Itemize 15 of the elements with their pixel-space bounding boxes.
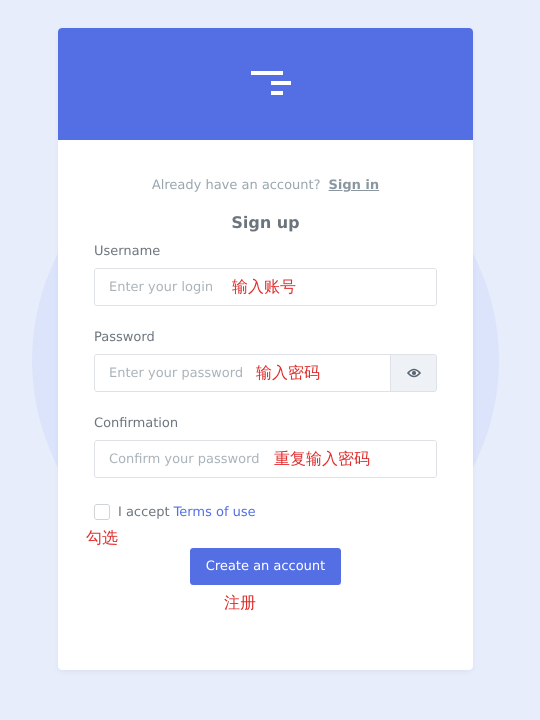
eye-icon xyxy=(406,368,420,378)
terms-checkbox[interactable] xyxy=(94,504,110,520)
create-account-button[interactable]: Create an account xyxy=(190,548,342,585)
terms-label: I accept xyxy=(118,504,170,520)
signin-prompt: Already have an account? xyxy=(152,178,321,193)
terms-link[interactable]: Terms of use xyxy=(174,504,256,520)
field-label: Username xyxy=(94,244,162,259)
bars-logo-icon xyxy=(250,71,292,97)
field-label: Confirmation xyxy=(94,416,180,431)
field-label: Password xyxy=(94,330,156,345)
annotation: 注册 xyxy=(224,593,256,614)
signin-link[interactable]: Sign in xyxy=(328,178,380,193)
annotation: 勾选 xyxy=(86,528,118,549)
form-title: Sign up xyxy=(230,213,301,232)
show-password-button[interactable] xyxy=(391,354,437,392)
